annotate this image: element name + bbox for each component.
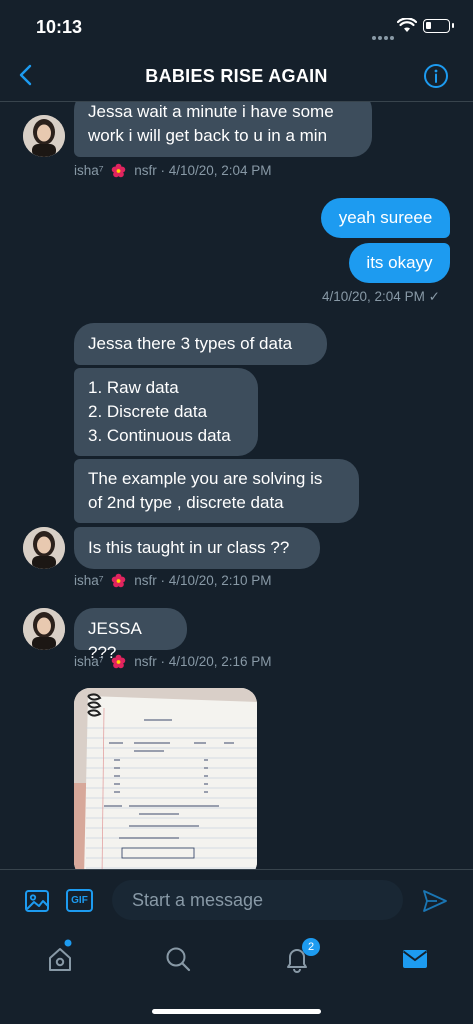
sender-suffix: nsfr [134,654,157,669]
mail-icon[interactable] [401,945,429,973]
message-text: 2. Discrete data [88,402,208,421]
sender-suffix: nsfr [134,163,157,178]
sender-suffix: nsfr [134,573,157,588]
message-list[interactable]: Jessa wait a minute i have some work i w… [0,102,473,869]
message-text: of 2nd type , discrete data [88,493,284,512]
incoming-message[interactable]: The example you are solving is of 2nd ty… [74,459,359,523]
search-icon[interactable] [164,945,192,973]
home-indicator [152,1009,321,1014]
outgoing-message[interactable]: yeah sureee [321,198,450,238]
flower-icon [112,163,126,178]
avatar[interactable] [23,608,65,650]
message-meta: isha⁷ nsfr · 4/10/20, 2:10 PM [74,573,272,588]
wifi-icon [397,18,417,32]
message-text: yeah sureee [338,208,433,227]
sender-name: isha⁷ [74,163,104,178]
message-timestamp: · 4/10/20, 2:10 PM [160,573,272,588]
message-text: The example you are solving is [88,469,323,488]
message-meta: isha⁷ nsfr · 4/10/20, 2:04 PM [74,163,272,178]
flower-icon [112,573,126,588]
message-text: work i will get back to u in a min [88,126,328,145]
avatar[interactable] [23,527,65,569]
incoming-message[interactable]: Jessa wait a minute i have some work i w… [74,102,372,157]
message-timestamp: 4/10/20, 2:04 PM [322,289,425,304]
incoming-message[interactable]: Jessa there 3 types of data [74,323,327,365]
battery-icon [423,19,454,33]
flower-icon [112,654,126,669]
message-text: Jessa wait a minute i have some [88,102,334,121]
message-text: Jessa there 3 types of data [88,334,293,353]
conversation-title[interactable]: BABIES RISE AGAIN [0,66,473,87]
avatar[interactable] [23,115,65,157]
message-composer: GIF Start a message [0,869,473,931]
notebook-photo-image [74,688,257,869]
message-text: 3. Continuous data [88,426,231,445]
incoming-message[interactable]: Is this taught in ur class ?? [74,527,320,569]
home-icon[interactable] [46,945,74,973]
read-check-icon: ✓ [428,289,440,304]
notifications-badge: 2 [302,938,320,956]
incoming-message[interactable]: JESSA ??? [74,608,187,662]
conversation-header: BABIES RISE AGAIN [0,50,473,102]
sender-name: isha⁷ [74,573,104,588]
incoming-message[interactable]: 1. Raw data 2. Discrete data 3. Continuo… [74,368,258,456]
image-icon[interactable] [24,888,50,914]
send-icon[interactable] [421,888,449,914]
info-icon[interactable] [423,63,449,89]
message-timestamp: · 4/10/20, 2:16 PM [160,654,272,669]
photo-attachment[interactable] [74,688,257,869]
gif-icon[interactable]: GIF [66,889,93,912]
status-bar: 10:13 [0,0,473,50]
home-unread-dot [64,939,72,947]
message-text: its okayy [366,253,433,272]
message-timestamp: · 4/10/20, 2:04 PM [160,163,272,178]
message-meta: isha⁷ nsfr · 4/10/20, 2:16 PM [74,654,272,669]
message-meta: 4/10/20, 2:04 PM ✓ [322,289,440,305]
outgoing-message[interactable]: its okayy [349,243,450,283]
status-time: 10:13 [36,17,83,37]
message-input[interactable]: Start a message [112,880,403,920]
sender-name: isha⁷ [74,654,104,669]
signal-icon [372,27,396,45]
message-text: Is this taught in ur class ?? [88,538,290,557]
message-text: 1. Raw data [88,378,179,397]
